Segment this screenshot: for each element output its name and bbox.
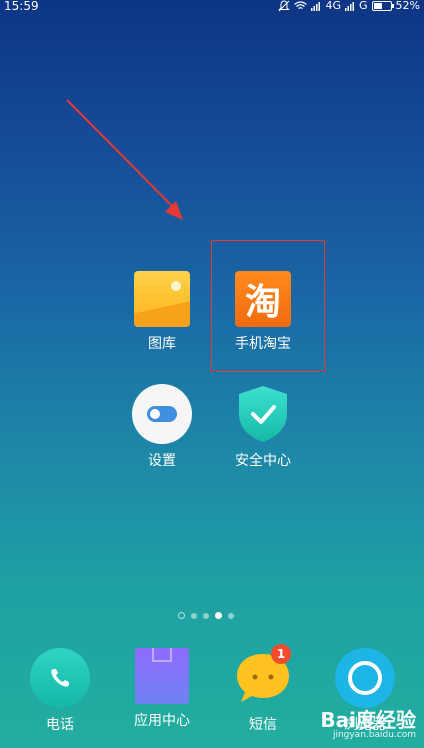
battery-icon [371,1,394,11]
unread-badge: 1 [271,644,291,664]
app-label: 图库 [148,336,176,352]
app-security[interactable]: 安全中心 [218,384,308,470]
app-label: 安全中心 [235,453,291,469]
browser-icon [335,648,395,708]
sms-icon: 1 [233,644,293,708]
app-center-icon [135,648,189,704]
page-dot[interactable] [191,612,197,619]
app-label: 手机淘宝 [235,336,291,352]
phone-icon [30,648,90,708]
app-label: 设置 [148,453,176,469]
page-dot[interactable] [228,612,234,619]
baidu-watermark: Bai度经验 jingyan.baidu.com [296,704,416,740]
app-label: 电话 [46,717,74,733]
page-dot[interactable] [203,612,209,619]
dock-phone[interactable]: 电话 [15,648,105,734]
status-icons: 4G G 52% [278,0,420,12]
search-page-dot[interactable] [178,612,185,619]
wifi-icon [294,1,308,10]
signal-icon-2 [345,2,355,11]
page-indicator[interactable] [178,612,234,619]
annotation-arrow [66,99,183,220]
status-time: 15:59 [4,0,39,13]
app-settings[interactable]: 设置 [117,384,207,470]
app-gallery[interactable]: 图库 [117,271,207,353]
page-dot-active[interactable] [215,612,222,619]
taobao-icon: 淘 [235,271,291,327]
watermark-url: jingyan.baidu.com [332,730,416,740]
battery-percent: 52% [395,0,420,12]
watermark-brand: Bai度经验 [320,708,416,732]
shield-icon [239,386,287,442]
network-type: 4G [325,0,342,12]
signal-icon [311,2,321,11]
network-type-2: G [359,0,368,12]
dock-sms[interactable]: 1 短信 [218,644,308,734]
settings-icon [132,384,192,444]
mute-icon [278,0,291,12]
app-taobao[interactable]: 淘 手机淘宝 [218,271,308,353]
status-bar: 15:59 4G G 52% [0,0,424,14]
app-label: 应用中心 [134,713,190,729]
dock-app-center[interactable]: 应用中心 [117,648,207,730]
gallery-icon [134,271,190,327]
app-label: 短信 [249,717,277,733]
